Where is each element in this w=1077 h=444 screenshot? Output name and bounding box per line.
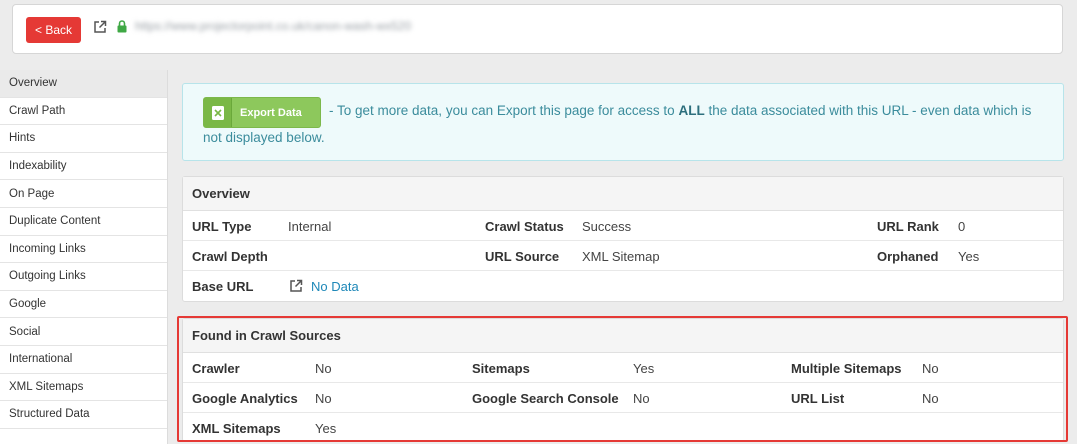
notice-text: - To get more data, you can Export this …	[329, 103, 1031, 118]
sidebar-item-structured-data[interactable]: Structured Data	[0, 401, 167, 429]
sitemaps-label: Sitemaps	[472, 360, 530, 376]
base-url-value[interactable]: No Data	[311, 279, 359, 294]
table-row: XML Sitemaps Yes	[183, 413, 1063, 443]
page-url: https://www.projectorpoint.co.uk/canon-w…	[135, 19, 412, 33]
url-type-label: URL Type	[192, 218, 252, 234]
google-search-console-label: Google Search Console	[472, 390, 619, 406]
url-list-label: URL List	[791, 390, 845, 406]
sidebar-item-incoming-links[interactable]: Incoming Links	[0, 236, 167, 264]
url-type-value: Internal	[288, 218, 332, 234]
base-url-link[interactable]: No Data	[289, 271, 359, 301]
url-rank-label: URL Rank	[877, 218, 939, 234]
notice-text-part2: the data associated with this URL - even…	[704, 103, 1032, 118]
export-data-label: Export Data	[240, 106, 302, 119]
sitemaps-value: Yes	[633, 360, 655, 376]
orphaned-label: Orphaned	[877, 248, 939, 264]
url-source-label: URL Source	[485, 248, 560, 264]
crawl-depth-label: Crawl Depth	[192, 248, 268, 264]
export-notice: Export Data - To get more data, you can …	[182, 83, 1064, 161]
spreadsheet-icon	[204, 98, 232, 127]
back-button[interactable]: < Back	[26, 17, 81, 43]
sidebar-item-social[interactable]: Social	[0, 318, 167, 346]
crawl-sources-panel: Found in Crawl Sources Crawler No Sitema…	[182, 318, 1064, 442]
crawl-status-value: Success	[582, 218, 632, 234]
top-bar: < Back https://www.projectorpoint.co.uk/…	[12, 4, 1063, 54]
sidebar-item-overview[interactable]: Overview	[0, 70, 167, 98]
google-search-console-value: No	[633, 390, 650, 406]
overview-panel: Overview URL Type Internal Crawl Status …	[182, 176, 1064, 302]
table-row: Google Analytics No Google Search Consol…	[183, 383, 1063, 413]
url-list-value: No	[922, 390, 939, 406]
table-row: URL Type Internal Crawl Status Success U…	[183, 211, 1063, 241]
overview-title: Overview	[183, 177, 1063, 211]
table-row: Crawl Depth URL Source XML Sitemap Orpha…	[183, 241, 1063, 271]
url-rank-value: 0	[958, 218, 966, 234]
base-url-label: Base URL	[192, 278, 254, 294]
sidebar-nav: Overview Crawl Path Hints Indexability O…	[0, 70, 168, 444]
crawler-label: Crawler	[192, 360, 240, 376]
sidebar-item-hints[interactable]: Hints	[0, 125, 167, 153]
crawler-value: No	[315, 360, 332, 376]
sidebar-item-on-page[interactable]: On Page	[0, 180, 167, 208]
sidebar-item-outgoing-links[interactable]: Outgoing Links	[0, 263, 167, 291]
external-link-icon[interactable]	[93, 20, 107, 34]
export-data-button[interactable]: Export Data	[203, 97, 321, 128]
xml-sitemaps-label: XML Sitemaps	[192, 420, 281, 436]
sidebar-item-xml-sitemaps[interactable]: XML Sitemaps	[0, 374, 167, 402]
xml-sitemaps-value: Yes	[315, 420, 337, 436]
notice-text-bold: ALL	[678, 103, 705, 118]
multiple-sitemaps-value: No	[922, 360, 939, 376]
url-source-value: XML Sitemap	[582, 248, 660, 264]
crawl-sources-title: Found in Crawl Sources	[183, 319, 1063, 353]
sidebar-item-crawl-path[interactable]: Crawl Path	[0, 98, 167, 126]
sidebar-item-indexability[interactable]: Indexability	[0, 153, 167, 181]
notice-text-part1: - To get more data, you can Export this …	[329, 103, 679, 118]
table-row: Crawler No Sitemaps Yes Multiple Sitemap…	[183, 353, 1063, 383]
google-analytics-label: Google Analytics	[192, 390, 298, 406]
table-row: Base URL No Data	[183, 271, 1063, 301]
multiple-sitemaps-label: Multiple Sitemaps	[791, 360, 902, 376]
lock-icon	[117, 20, 127, 33]
sidebar-item-duplicate-content[interactable]: Duplicate Content	[0, 208, 167, 236]
notice-text-line2: not displayed below.	[203, 130, 325, 145]
sidebar-item-international[interactable]: International	[0, 346, 167, 374]
orphaned-value: Yes	[958, 248, 980, 264]
sidebar-item-google[interactable]: Google	[0, 291, 167, 319]
crawl-status-label: Crawl Status	[485, 218, 564, 234]
google-analytics-value: No	[315, 390, 332, 406]
external-link-icon	[289, 279, 303, 293]
